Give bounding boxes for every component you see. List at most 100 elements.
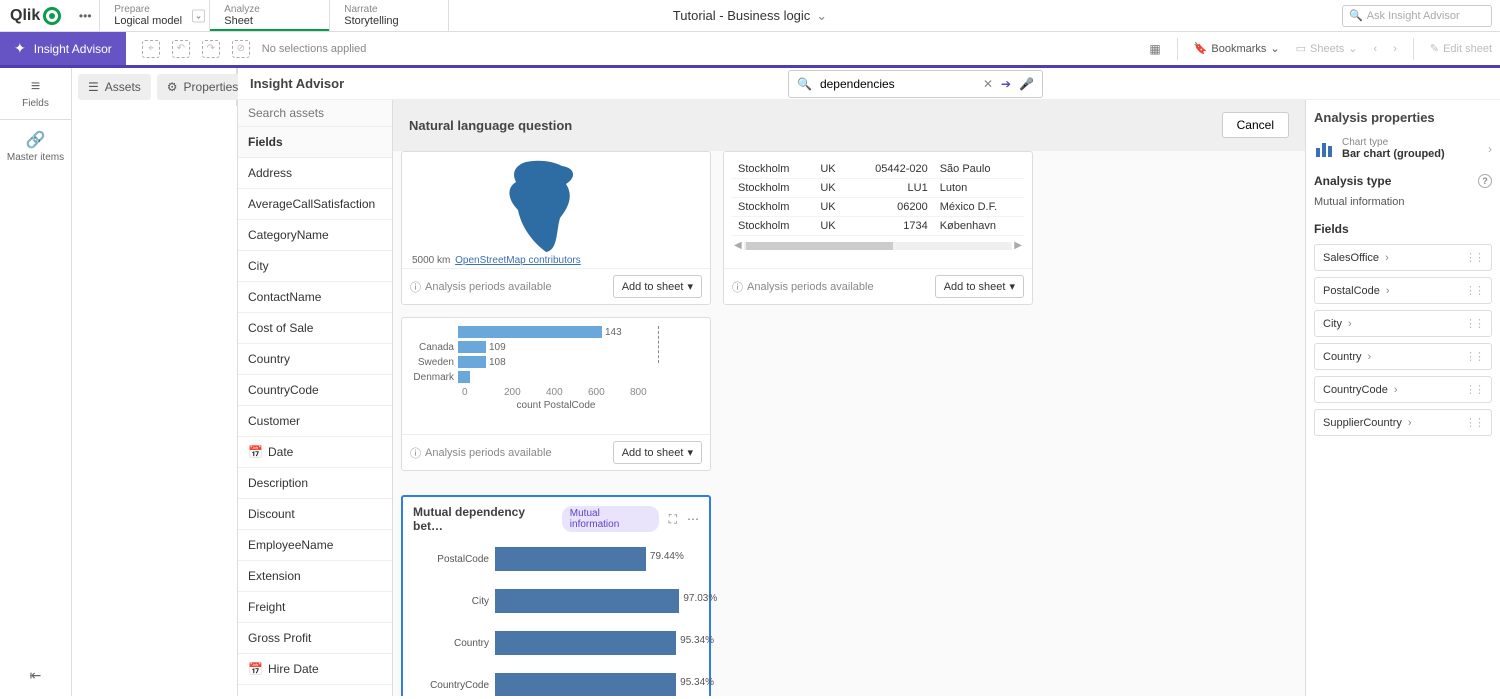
table-row[interactable]: StockholmUK1734København (732, 217, 1024, 236)
mic-icon[interactable]: 🎤 (1019, 77, 1034, 91)
sheets-button[interactable]: ▭ Sheets ⌄ (1288, 32, 1366, 65)
nlq-header: Natural language question Cancel (393, 100, 1305, 151)
bookmarks-button[interactable]: 🔖 Bookmarks ⌄ (1186, 32, 1288, 65)
step-forward-icon[interactable]: ↷ (202, 40, 220, 58)
add-to-sheet-button[interactable]: Add to sheet▾ (935, 275, 1024, 298)
prev-sheet-button[interactable]: ‹ (1366, 32, 1386, 65)
table-row[interactable]: StockholmUK05442-020São Paulo (732, 160, 1024, 179)
property-field[interactable]: Country›⋮⋮ (1314, 343, 1492, 370)
field-item[interactable]: CategoryName (238, 220, 392, 251)
card-minibar: 143Canada109Sweden108Denmark 02004006008… (401, 317, 711, 471)
scroll-right-icon[interactable]: ▶ (1012, 240, 1024, 251)
table-row[interactable]: StockholmUK06200México D.F. (732, 198, 1024, 217)
grid-icon[interactable]: ▦ (1141, 42, 1168, 56)
edit-sheet-button[interactable]: ✎ Edit sheet (1422, 32, 1500, 65)
bar-label: Canada (410, 342, 458, 353)
menu-narrate[interactable]: Narrate Storytelling (329, 0, 449, 31)
drag-handle-icon[interactable]: ⋮⋮ (1465, 350, 1483, 363)
clear-icon[interactable]: ✕ (983, 77, 993, 91)
horizontal-scrollbar[interactable]: ◀ ▶ (732, 240, 1024, 251)
drag-handle-icon[interactable]: ⋮⋮ (1465, 416, 1483, 429)
card-title: Mutual dependency bet… (413, 505, 556, 533)
property-field[interactable]: PostalCode›⋮⋮ (1314, 277, 1492, 304)
field-item[interactable]: Discount (238, 499, 392, 530)
field-label: Address (248, 166, 292, 180)
global-search[interactable]: 🔍 Ask Insight Advisor (1342, 5, 1492, 27)
drag-handle-icon[interactable]: ⋮⋮ (1465, 317, 1483, 330)
pencil-icon: ✎ (1430, 42, 1439, 55)
property-field[interactable]: CountryCode›⋮⋮ (1314, 376, 1492, 403)
bar (495, 631, 676, 655)
card-mutual-dependency[interactable]: Mutual dependency bet… Mutual informatio… (401, 495, 711, 696)
app-title[interactable]: Tutorial - Business logic ⌄ (673, 8, 827, 24)
search-bar[interactable]: 🔍 ✕ ➔ 🎤 (788, 70, 1043, 98)
field-item[interactable]: Extension (238, 561, 392, 592)
tool-master-items[interactable]: 🔗 Master items (0, 120, 71, 173)
scroll-track[interactable] (744, 242, 1013, 250)
periods-info: ⓘAnalysis periods available (410, 445, 552, 461)
property-field[interactable]: SalesOffice›⋮⋮ (1314, 244, 1492, 271)
field-label: Description (248, 476, 308, 490)
field-label: City (248, 259, 269, 273)
tool-fields[interactable]: ≡ Fields (0, 68, 71, 120)
drag-handle-icon[interactable]: ⋮⋮ (1465, 383, 1483, 396)
table-row[interactable]: StockholmUKLU1Luton (732, 179, 1024, 198)
field-item[interactable]: Freight (238, 592, 392, 623)
center-header: Insight Advisor 🔍 ✕ ➔ 🎤 (238, 68, 1500, 100)
caret-down-icon[interactable]: ⌄ (192, 9, 206, 22)
search-input[interactable] (820, 77, 975, 91)
field-item[interactable]: CountryCode (238, 375, 392, 406)
field-item[interactable]: 📅Hire Date (238, 654, 392, 685)
fields-search-input[interactable] (238, 100, 392, 127)
property-field[interactable]: SupplierCountry›⋮⋮ (1314, 409, 1492, 436)
field-item[interactable]: Description (238, 468, 392, 499)
field-item[interactable]: 📅Date (238, 437, 392, 468)
field-label: Hire Date (268, 662, 319, 676)
field-item[interactable]: Address (238, 158, 392, 189)
chart-type-value: Bar chart (grouped) (1342, 148, 1480, 160)
help-icon[interactable]: ? (1478, 174, 1492, 188)
cancel-button[interactable]: Cancel (1222, 112, 1289, 138)
axis-tick: 600 (588, 387, 630, 398)
drag-handle-icon[interactable]: ⋮⋮ (1465, 284, 1483, 297)
more-icon[interactable]: ⋯ (687, 512, 699, 526)
add-to-sheet-button[interactable]: Add to sheet▾ (613, 441, 702, 464)
axis-tick: 400 (546, 387, 588, 398)
bookmark-icon: 🔖 (1194, 42, 1208, 55)
field-item[interactable]: ContactName (238, 282, 392, 313)
field-item[interactable]: Customer (238, 406, 392, 437)
scroll-left-icon[interactable]: ◀ (732, 240, 744, 251)
add-to-sheet-button[interactable]: Add to sheet▾ (613, 275, 702, 298)
field-item[interactable]: Cost of Sale (238, 313, 392, 344)
property-field[interactable]: City›⋮⋮ (1314, 310, 1492, 337)
submit-arrow-icon[interactable]: ➔ (1001, 77, 1011, 91)
field-item[interactable]: Country (238, 344, 392, 375)
drag-handle-icon[interactable]: ⋮⋮ (1465, 251, 1483, 264)
menu-analyze[interactable]: Analyze Sheet (209, 0, 329, 31)
selection-tool-icon[interactable]: ⌖ (142, 40, 160, 58)
tab-assets[interactable]: ☰ Assets (78, 74, 151, 100)
fields-list[interactable]: Address AverageCallSatisfactionCategoryNa… (238, 158, 392, 696)
more-icon[interactable]: ••• (71, 9, 99, 23)
field-item[interactable]: City (238, 251, 392, 282)
field-item[interactable]: Gross Profit (238, 623, 392, 654)
map-credit[interactable]: OpenStreetMap contributors (455, 255, 581, 266)
clear-selections-icon[interactable]: ⊘ (232, 40, 250, 58)
insight-advisor-button[interactable]: ✦ Insight Advisor (0, 32, 126, 65)
menu-prepare[interactable]: Prepare Logical model ⌄ (99, 0, 209, 31)
step-back-icon[interactable]: ↶ (172, 40, 190, 58)
collapse-icon[interactable]: ⇤ (18, 655, 54, 696)
next-sheet-button[interactable]: › (1385, 32, 1405, 65)
chart-type-row[interactable]: Chart type Bar chart (grouped) › (1314, 137, 1492, 160)
menu-prepare-label: Prepare (114, 4, 195, 15)
tab-properties[interactable]: ⚙ Properties (157, 74, 248, 100)
expand-icon[interactable]: ⛶ (669, 512, 677, 527)
field-item[interactable]: AverageCallSatisfaction (238, 189, 392, 220)
bar-value: 108 (489, 357, 506, 368)
logo-icon (43, 7, 61, 25)
scroll-thumb[interactable] (746, 242, 894, 250)
field-item[interactable]: EmployeeName (238, 530, 392, 561)
table-cell: São Paulo (934, 160, 1024, 179)
bar-track: 79.44% (495, 545, 699, 573)
table-cell: 05442-020 (850, 160, 934, 179)
